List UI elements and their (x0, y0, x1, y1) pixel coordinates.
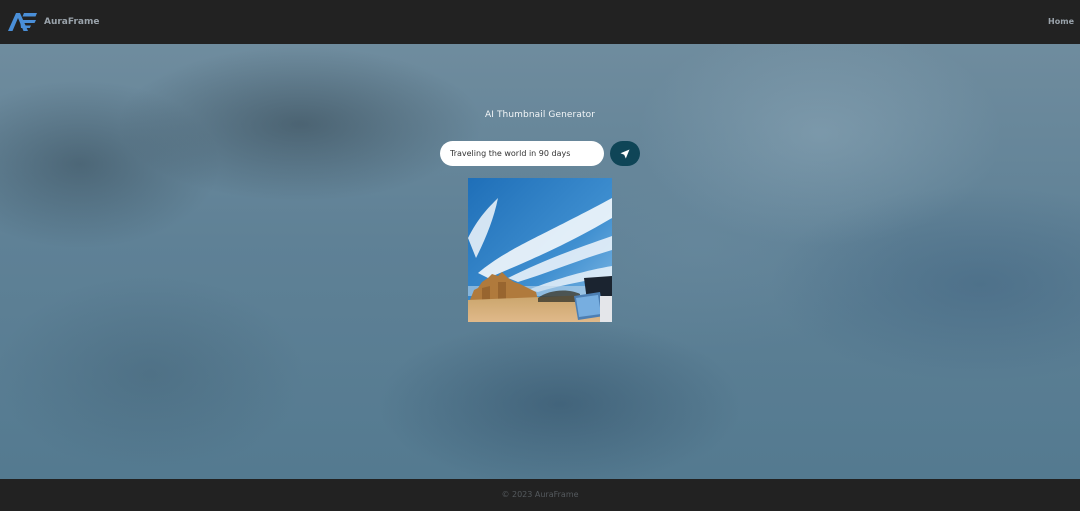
main-content: AI Thumbnail Generator (0, 44, 1080, 479)
brand[interactable]: AuraFrame (7, 12, 99, 32)
send-icon (620, 149, 630, 158)
auraframe-logo-icon (8, 13, 37, 31)
prompt-input[interactable] (440, 141, 604, 166)
page-title: AI Thumbnail Generator (484, 110, 596, 120)
footer: © 2023 AuraFrame (0, 479, 1080, 511)
brand-name: AuraFrame (44, 17, 100, 27)
nav-home-link[interactable]: Home (1048, 17, 1074, 26)
send-button[interactable] (610, 141, 640, 166)
footer-copyright: © 2023 AuraFrame (501, 490, 579, 499)
generated-thumbnail-image (468, 178, 612, 322)
navbar: AuraFrame Home (0, 0, 1080, 44)
